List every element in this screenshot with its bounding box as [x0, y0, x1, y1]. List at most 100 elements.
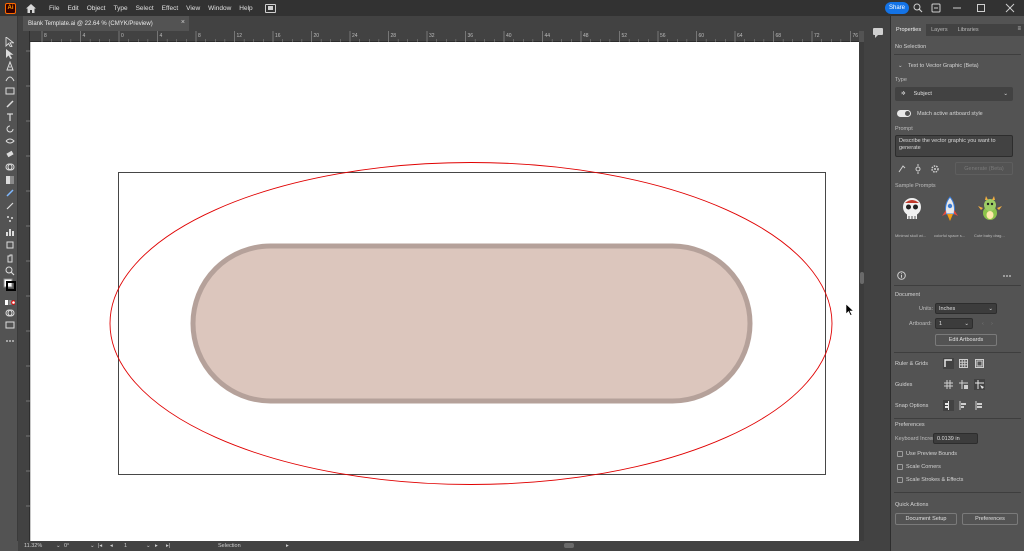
canvas[interactable]: [30, 42, 859, 541]
use-preview-bounds-checkbox[interactable]: [897, 451, 903, 457]
gradient-tool-icon[interactable]: [4, 174, 15, 185]
artboard-next-icon[interactable]: ›: [991, 321, 993, 327]
minimize-icon[interactable]: [952, 3, 962, 13]
current-tool-name[interactable]: Selection: [218, 543, 241, 549]
sample-skull-thumbnail[interactable]: [897, 194, 927, 224]
tab-libraries[interactable]: Libraries: [953, 24, 984, 36]
menu-help[interactable]: Help: [239, 5, 252, 12]
artboard-number[interactable]: 1: [124, 543, 127, 549]
info-icon[interactable]: [896, 270, 907, 281]
last-artboard-icon[interactable]: ▸|: [166, 543, 170, 549]
scale-strokes-checkbox[interactable]: [897, 477, 903, 483]
menu-edit[interactable]: Edit: [67, 5, 78, 12]
discover-icon[interactable]: [931, 3, 941, 13]
paintbrush-tool-icon[interactable]: [4, 98, 15, 109]
scale-corners-checkbox[interactable]: [897, 464, 903, 470]
sample-rocket-thumbnail[interactable]: [935, 194, 965, 224]
next-artboard-icon[interactable]: ▸: [155, 543, 158, 549]
menu-object[interactable]: Object: [87, 5, 106, 12]
maximize-icon[interactable]: [976, 3, 986, 13]
artboard-select[interactable]: 1 ⌄: [935, 318, 973, 329]
close-icon[interactable]: [1005, 3, 1015, 13]
snap-to-glyph-icon[interactable]: [974, 400, 985, 411]
rotate-tool-icon[interactable]: [4, 123, 15, 134]
shape-builder-tool-icon[interactable]: [4, 161, 15, 172]
detail-icon[interactable]: [912, 163, 923, 174]
units-select[interactable]: Inches ⌄: [935, 303, 997, 314]
type-select[interactable]: ✲ Subject ⌄: [895, 87, 1013, 101]
symbol-sprayer-tool-icon[interactable]: [4, 213, 15, 224]
show-guides-icon[interactable]: [943, 379, 954, 390]
horizontal-ruler[interactable]: 8 4 0 4 8 12 16 20 24 28 32 36 40 44 48 52 56 60 64 68 72 76: [30, 31, 859, 42]
first-artboard-icon[interactable]: |◂: [98, 543, 102, 549]
more-options-icon[interactable]: [1001, 270, 1012, 281]
arrange-documents-icon[interactable]: [264, 3, 276, 13]
artboard-prev-icon[interactable]: ‹: [982, 321, 984, 327]
keyboard-increment-input[interactable]: 0.0139 in: [933, 433, 978, 444]
menu-select[interactable]: Select: [136, 5, 154, 12]
menu-view[interactable]: View: [186, 5, 200, 12]
blend-tool-icon[interactable]: [4, 200, 15, 211]
panel-menu-icon[interactable]: ≡: [1017, 26, 1021, 32]
zoom-level[interactable]: 11.32%: [24, 543, 42, 549]
artboard-dropdown-icon[interactable]: ⌄: [146, 543, 151, 549]
tab-close-icon[interactable]: ×: [181, 19, 185, 26]
pen-tool-icon[interactable]: [4, 60, 15, 71]
zoom-tool-icon[interactable]: [4, 265, 15, 276]
snap-to-point-icon[interactable]: [943, 400, 954, 411]
sample-dragon-thumbnail[interactable]: [975, 194, 1005, 224]
artboard-tool-icon[interactable]: [4, 239, 15, 250]
chevron-down-icon[interactable]: ⌄: [898, 63, 903, 69]
comments-icon[interactable]: [872, 27, 884, 39]
rotation-value[interactable]: 0°: [64, 543, 69, 549]
hand-tool-icon[interactable]: [4, 252, 15, 263]
graph-tool-icon[interactable]: [4, 226, 15, 237]
curvature-tool-icon[interactable]: [4, 72, 15, 83]
horizontal-scroll-thumb[interactable]: [564, 543, 574, 548]
match-style-toggle[interactable]: [897, 110, 911, 117]
edit-toolbar-more-icon[interactable]: [4, 335, 15, 346]
lock-guides-icon[interactable]: [958, 379, 969, 390]
tab-layers[interactable]: Layers: [926, 24, 953, 36]
edit-artboards-button[interactable]: Edit Artboards: [935, 334, 997, 346]
preferences-button[interactable]: Preferences: [962, 513, 1018, 525]
ruler-toggle-icon[interactable]: [943, 358, 954, 369]
type-tool-icon[interactable]: [4, 111, 15, 122]
ruler-label: 12: [237, 33, 243, 39]
screen-mode-icon[interactable]: [4, 319, 15, 330]
menu-window[interactable]: Window: [208, 5, 231, 12]
reference-icon[interactable]: [896, 163, 907, 174]
scale-strokes-label: Scale Strokes & Effects: [906, 477, 964, 483]
grid-toggle-icon[interactable]: [958, 358, 969, 369]
zoom-dropdown-icon[interactable]: ⌄: [56, 543, 61, 549]
vertical-ruler[interactable]: [18, 31, 30, 541]
prompt-textarea[interactable]: Describe the vector graphic you want to …: [895, 135, 1013, 157]
document-tab[interactable]: Blank Template.ai @ 22.64 % (CMYK/Previe…: [23, 16, 189, 31]
draw-mode-icon[interactable]: [4, 307, 15, 318]
tab-properties[interactable]: Properties: [891, 24, 927, 36]
search-icon[interactable]: [913, 3, 923, 13]
fill-stroke-swatch[interactable]: [3, 278, 16, 292]
prev-artboard-icon[interactable]: ◂: [110, 543, 113, 549]
settings-gear-icon[interactable]: [929, 163, 940, 174]
transparency-grid-icon[interactable]: [974, 358, 985, 369]
menu-type[interactable]: Type: [113, 5, 127, 12]
document-setup-button[interactable]: Document Setup: [895, 513, 957, 525]
rectangle-tool-icon[interactable]: [4, 85, 15, 96]
direct-selection-tool-icon[interactable]: [4, 48, 15, 59]
menu-file[interactable]: File: [49, 5, 59, 12]
ruler-label: 16: [275, 33, 281, 39]
rotation-dropdown-icon[interactable]: ⌄: [90, 543, 95, 549]
generate-button[interactable]: Generate (Beta): [955, 162, 1013, 175]
share-button[interactable]: Share: [885, 2, 909, 14]
snap-to-pixel-icon[interactable]: [958, 400, 969, 411]
eraser-tool-icon[interactable]: [4, 148, 15, 159]
selection-tool-icon[interactable]: [4, 36, 15, 47]
status-menu-arrow-icon[interactable]: ▸: [286, 543, 289, 549]
t2v-section-title[interactable]: Text to Vector Graphic (Beta): [908, 63, 979, 69]
menu-effect[interactable]: Effect: [162, 5, 179, 12]
eyedropper-tool-icon[interactable]: [4, 187, 15, 198]
home-icon[interactable]: [25, 2, 37, 14]
width-tool-icon[interactable]: [4, 135, 15, 146]
smart-guides-icon[interactable]: [974, 379, 985, 390]
